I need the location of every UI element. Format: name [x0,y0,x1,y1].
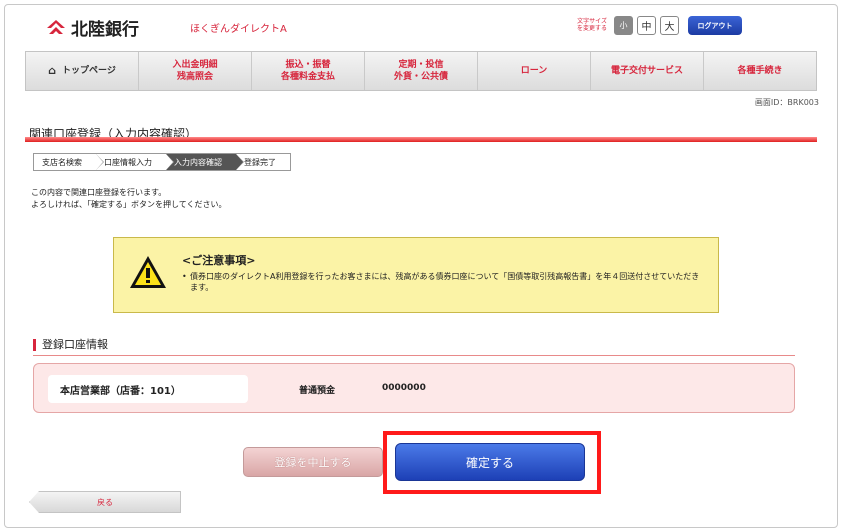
font-size-label: 文字サイズを変更する [576,18,607,32]
account-number: 0000000 [382,383,426,393]
service-name: ほくぎんダイレクトA [190,24,287,35]
instructions: この内容で関連口座登録を行います。 よろしければ、「確定する」ボタンを押してくだ… [31,187,227,211]
nav-item-e-delivery[interactable]: 電子交付サービス [591,52,704,90]
bank-logo-icon [47,19,65,34]
bank-name: 北陸銀行 [71,20,139,40]
bank-logo[interactable]: 北陸銀行 [45,15,139,40]
font-size-small-button[interactable]: 小 [614,16,633,35]
progress-steps: 支店名検索 口座情報入力 入力内容確認 登録完了 [33,153,291,171]
notice-body: 債券口座のダイレクトA利用登録を行ったお客さまには、残高がある債券口座について「… [182,271,707,293]
font-size-medium-button[interactable]: 中 [637,16,656,35]
nav-item-label: トップページ [62,66,116,76]
nav-item-top[interactable]: ⌂ トップページ [26,52,139,90]
warning-icon [130,256,166,288]
nav-item-investments[interactable]: 定期・投信 外貨・公共債 [365,52,478,90]
nav-item-procedures[interactable]: 各種手続き [704,52,816,90]
section-title: 登録口座情報 [33,339,108,351]
logout-button[interactable]: ログアウト [688,16,742,35]
screen-id: 画面ID：BRK003 [754,98,819,107]
account-info: 本店営業部（店番：101） 普通預金 0000000 [33,363,795,413]
nav-item-transfers[interactable]: 振込・振替 各種料金支払 [252,52,365,90]
confirm-button[interactable]: 確定する [395,443,585,481]
notice-title: <ご注意事項> [182,254,256,267]
browser-frame: 北陸銀行 ほくぎんダイレクトA 文字サイズを変更する 小 中 大 ログアウト ⌂… [4,4,838,528]
cancel-registration-button[interactable]: 登録を中止する [243,447,383,477]
step-confirm: 入力内容確認 [166,154,244,170]
title-underline [25,137,817,142]
nav-item-statements[interactable]: 入出金明細 残高照会 [139,52,252,90]
nav-item-loans[interactable]: ローン [478,52,591,90]
section-divider [33,355,795,356]
instruction-line: よろしければ、「確定する」ボタンを押してください。 [31,200,227,209]
header: 北陸銀行 ほくぎんダイレクトA 文字サイズを変更する 小 中 大 ログアウト [5,5,837,51]
step-branch-search: 支店名検索 [34,154,104,170]
step-account-input: 口座情報入力 [96,154,174,170]
step-complete: 登録完了 [236,154,290,170]
back-button[interactable]: 戻る [29,491,181,513]
instruction-line: この内容で関連口座登録を行います。 [31,188,167,197]
font-size-large-button[interactable]: 大 [660,16,679,35]
global-nav: ⌂ トップページ 入出金明細 残高照会 振込・振替 各種料金支払 定期・投信 外… [25,51,817,91]
account-type: 普通預金 [299,386,336,396]
branch-name: 本店営業部（店番：101） [48,375,248,403]
notice-box: <ご注意事項> 債券口座のダイレクトA利用登録を行ったお客さまには、残高がある債… [113,237,719,313]
home-icon: ⌂ [48,64,57,77]
